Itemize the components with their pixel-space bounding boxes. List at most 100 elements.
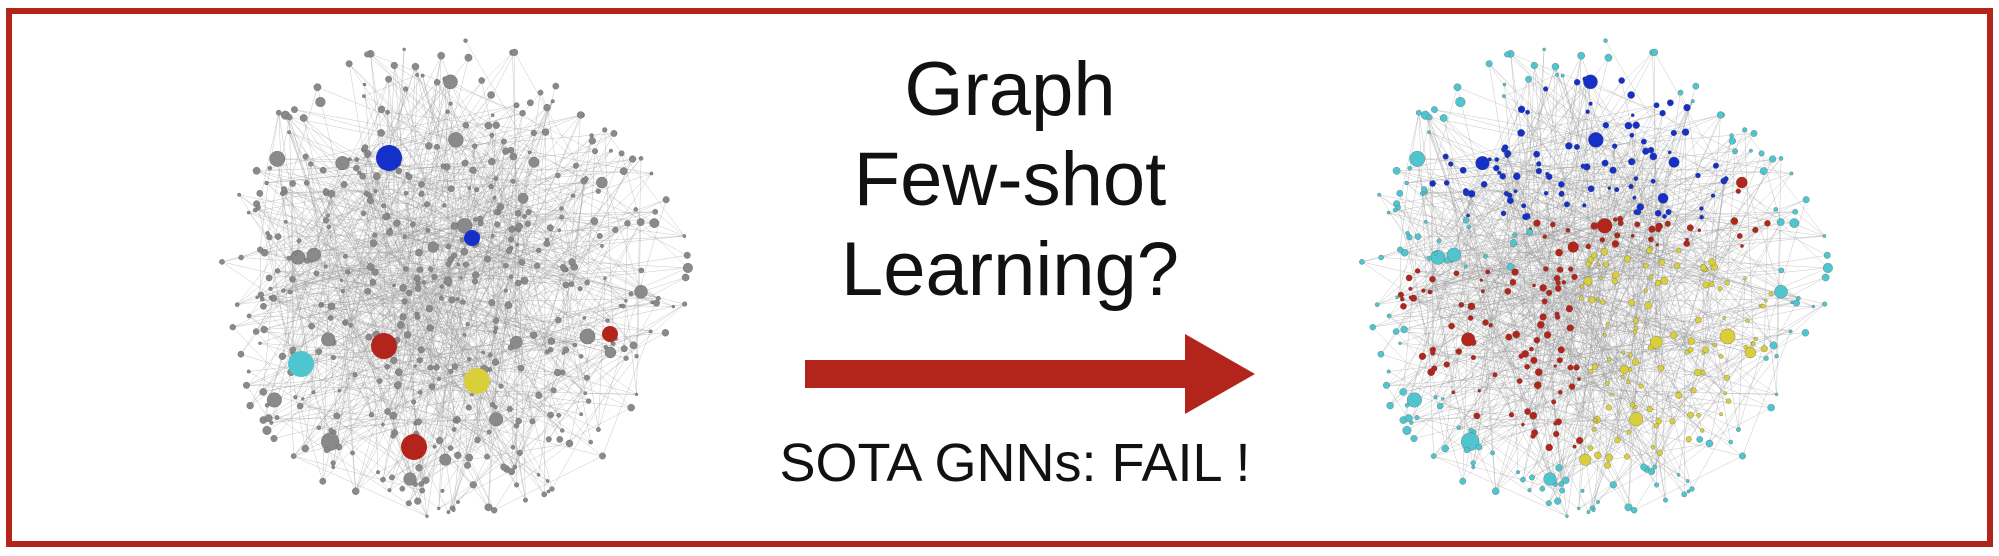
graph-node (1591, 363, 1598, 370)
graph-node (308, 161, 314, 167)
graph-node (287, 289, 293, 295)
graph-node (327, 315, 334, 321)
graph-node (289, 180, 296, 187)
graph-node (237, 192, 242, 197)
graph-node (683, 251, 691, 259)
graph-node (421, 280, 427, 285)
graph-node (385, 109, 390, 115)
graph-node (380, 476, 386, 483)
graph-node (545, 436, 552, 443)
graph-node (1430, 453, 1437, 459)
graph-node (595, 188, 601, 194)
graph-node (1526, 228, 1533, 236)
graph-node (462, 122, 470, 129)
graph-node (1533, 381, 1542, 390)
graph-node (460, 248, 469, 256)
graph-node (1455, 96, 1466, 108)
graph-node (439, 453, 452, 466)
graph-node (422, 476, 430, 484)
graph-node (513, 102, 520, 109)
graph-node (1595, 297, 1600, 301)
graph-node (1521, 422, 1525, 427)
graph-node (1822, 234, 1827, 238)
graph-node (1657, 364, 1665, 372)
graph-node (1736, 427, 1741, 432)
graph-node (511, 48, 519, 56)
graph-node (390, 433, 396, 439)
graph-node (1397, 291, 1404, 298)
graph-node (300, 397, 305, 401)
graph-node (1636, 203, 1645, 211)
graph-node (583, 391, 588, 396)
graph-node (1730, 217, 1739, 225)
graph-node (1602, 261, 1609, 268)
graph-node (576, 111, 585, 119)
graph-node (402, 234, 407, 239)
graph-node (1690, 387, 1697, 394)
graph-node (1776, 218, 1785, 226)
graph-node (596, 427, 601, 432)
graph-node (1431, 106, 1438, 113)
graph-node (1405, 231, 1410, 236)
graph-node (1630, 113, 1635, 117)
graph-node (1493, 165, 1500, 172)
graph-node (1588, 101, 1593, 106)
graph-node (1383, 381, 1390, 389)
graph-node (1554, 314, 1561, 320)
graph-node (1504, 153, 1510, 159)
graph-node (507, 406, 513, 412)
graph-node (465, 404, 472, 411)
graph-node (1647, 406, 1653, 412)
graph-node (1599, 299, 1606, 305)
graph-node (1542, 47, 1546, 52)
graph-node (1664, 220, 1671, 227)
graph-node (1567, 364, 1574, 371)
graph-node (1604, 461, 1611, 469)
graph-node (592, 148, 598, 155)
graph-node (1546, 289, 1553, 296)
graph-node (1696, 436, 1704, 443)
graph-node (1617, 220, 1624, 226)
graph-node (313, 270, 320, 277)
graph-node (1708, 281, 1715, 287)
graph-node (377, 105, 386, 114)
graph-node (1603, 38, 1608, 43)
graph-node (544, 349, 550, 355)
graph-node (1414, 268, 1421, 274)
graph-node (550, 387, 557, 394)
graph-node (484, 121, 493, 130)
graph-node (1565, 227, 1571, 233)
graph-node (603, 276, 607, 280)
graph-node (1408, 286, 1413, 291)
graph-node (523, 497, 528, 503)
graph-node (403, 190, 409, 196)
graph-node (1561, 280, 1567, 285)
graph-node (1717, 286, 1723, 292)
graph-node (1648, 274, 1654, 280)
graph-node (1729, 133, 1734, 138)
graph-node (1567, 241, 1579, 253)
graph-node (1377, 192, 1382, 197)
graph-node (1497, 170, 1502, 175)
graph-node (493, 317, 499, 324)
graph-node (1643, 288, 1648, 293)
graph-node (1402, 425, 1412, 435)
graph-node (415, 248, 423, 257)
graph-node (484, 255, 491, 263)
graph-node (634, 285, 648, 299)
graph-node (1392, 166, 1401, 175)
graph-node (1463, 188, 1469, 194)
graph-node (504, 301, 513, 310)
graph-node (491, 507, 498, 514)
graph-node (1686, 224, 1694, 232)
graph-node (1525, 109, 1530, 115)
graph-node (415, 73, 420, 77)
graph-node (1409, 150, 1426, 167)
graph-node (1694, 368, 1702, 377)
graph-node (1643, 263, 1649, 269)
graph-node (1543, 86, 1549, 92)
graph-node (414, 314, 421, 320)
graph-node (229, 324, 236, 331)
graph-node (1686, 489, 1691, 494)
graph-node (259, 388, 267, 396)
